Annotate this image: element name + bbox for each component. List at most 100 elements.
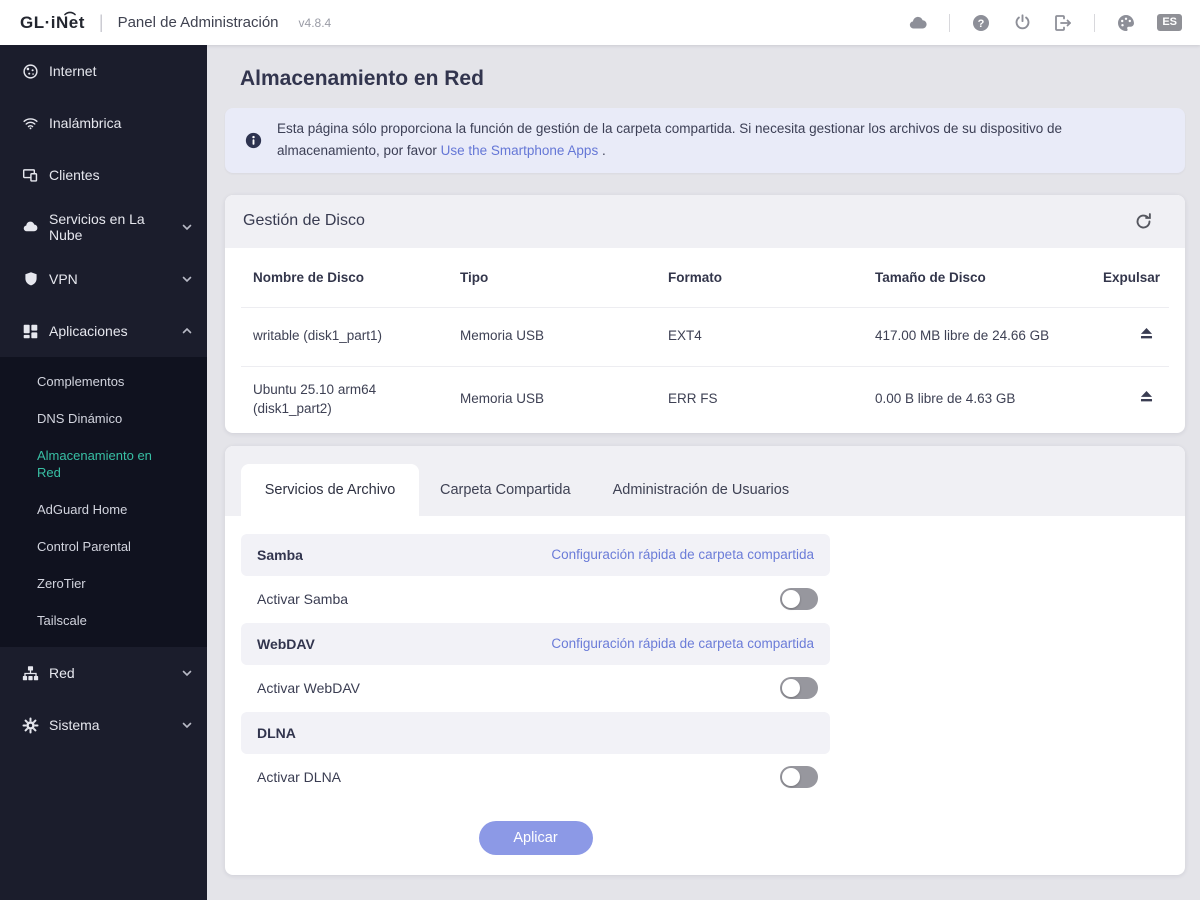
notice-text-before: Esta página sólo proporciona la función … [277, 121, 1062, 159]
activar-samba-label: Activar Samba [257, 591, 349, 608]
sidebar-item-label: Servicios en La Nube [49, 211, 145, 243]
panel-title: Panel de Administración [117, 14, 279, 31]
webdav-label: WebDAV [257, 635, 315, 652]
webdav-quick-setup-link[interactable]: Configuración rápida de carpeta comparti… [551, 636, 814, 651]
dlna-toggle[interactable] [780, 766, 818, 789]
disk-format: EXT4 [668, 328, 702, 344]
info-icon [245, 132, 262, 148]
submenu-item-tailscale[interactable]: Tailscale [0, 602, 207, 639]
samba-section-header: Samba Configuración rápida de carpeta co… [241, 533, 830, 576]
disk-name: writable (disk1_part1) [253, 328, 383, 344]
eject-icon[interactable] [1138, 388, 1155, 405]
disk-table: Nombre de Disco Tipo Formato Tamaño de D… [225, 248, 1185, 433]
disk-size: 417.00 MB libre de 24.66 GB [875, 328, 1050, 344]
submenu-item-almacenamiento-en-red[interactable]: Almacenamiento en Red [0, 437, 175, 491]
chevron-down-icon [181, 667, 193, 679]
sidebar-item-label: Internet [49, 63, 97, 79]
info-banner: Esta página sólo proporciona la función … [225, 108, 1185, 173]
sidebar-item-clientes[interactable]: Clientes [0, 149, 207, 201]
notice-text-after: . [598, 143, 606, 159]
disk-name: Ubuntu 25.10 arm64 (disk1_part2) [253, 382, 377, 416]
chevron-down-icon [181, 719, 193, 731]
sidebar-item-servicios-nube[interactable]: Servicios en La Nube [0, 201, 207, 253]
samba-toggle[interactable] [780, 588, 818, 611]
col-formato: Formato [668, 269, 722, 285]
submenu-item-adguard-home[interactable]: AdGuard Home [0, 491, 207, 528]
topbar-divider: | [98, 12, 104, 32]
sidebar: Internet Inalámbrica Clientes Servicios … [0, 45, 207, 900]
shield-icon [22, 271, 39, 288]
tab-servicios-de-archivo[interactable]: Servicios de Archivo [241, 463, 419, 516]
chevron-down-icon [181, 273, 193, 285]
refresh-icon[interactable] [1134, 212, 1153, 231]
disk-management-card: Gestión de Disco Nombre de Disco Tipo Fo… [225, 194, 1185, 433]
power-icon[interactable] [1012, 13, 1032, 33]
top-bar: GL·iNet | Panel de Administración v4.8.4… [0, 0, 1200, 45]
col-expulsar: Expulsar [1103, 269, 1161, 285]
cloud-icon [22, 219, 39, 236]
activar-dlna-label: Activar DLNA [257, 769, 342, 786]
info-banner-text: Esta página sólo proporciona la función … [277, 118, 1161, 163]
webdav-toggle[interactable] [780, 677, 818, 700]
col-tamano: Tamaño de Disco [875, 269, 986, 285]
aplicaciones-submenu: Complementos DNS Dinámico Almacenamiento… [0, 357, 207, 647]
submenu-item-complementos[interactable]: Complementos [0, 363, 207, 400]
webdav-section-header: WebDAV Configuración rápida de carpeta c… [241, 622, 830, 665]
tab-administracion-de-usuarios[interactable]: Administración de Usuarios [592, 464, 811, 516]
devices-icon [22, 167, 39, 184]
disk-type: Memoria USB [460, 391, 545, 407]
sidebar-item-label: Inalámbrica [49, 115, 122, 131]
chevron-down-icon [181, 221, 193, 233]
logout-icon[interactable] [1053, 13, 1073, 33]
sidebar-item-aplicaciones[interactable]: Aplicaciones [0, 305, 207, 357]
help-icon[interactable]: ? [971, 13, 991, 33]
chevron-up-icon [181, 325, 193, 337]
smartphone-apps-link[interactable]: Use the Smartphone Apps [441, 143, 599, 158]
samba-quick-setup-link[interactable]: Configuración rápida de carpeta comparti… [551, 547, 814, 562]
sidebar-item-internet[interactable]: Internet [0, 45, 207, 97]
sidebar-item-vpn[interactable]: VPN [0, 253, 207, 305]
file-services-panel: Samba Configuración rápida de carpeta co… [225, 516, 846, 875]
submenu-item-control-parental[interactable]: Control Parental [0, 528, 207, 565]
webdav-toggle-row: Activar WebDAV [241, 666, 830, 711]
disk-table-header: Nombre de Disco Tipo Formato Tamaño de D… [241, 248, 1169, 308]
col-nombre: Nombre de Disco [253, 269, 365, 285]
disk-format: ERR FS [668, 391, 718, 407]
logo-wifi-icon [64, 11, 76, 15]
apply-button-row: Aplicar [241, 820, 830, 855]
dlna-section-header: DLNA [241, 711, 830, 754]
globe-icon [22, 63, 39, 80]
sidebar-item-red[interactable]: Red [0, 647, 207, 699]
theme-palette-icon[interactable] [1116, 13, 1136, 33]
dlna-label: DLNA [257, 724, 296, 741]
apply-button[interactable]: Aplicar [478, 820, 593, 855]
col-tipo: Tipo [460, 269, 489, 285]
samba-toggle-row: Activar Samba [241, 577, 830, 622]
topbar-separator [1094, 13, 1096, 32]
wifi-icon [22, 115, 39, 132]
dlna-toggle-row: Activar DLNA [241, 755, 830, 800]
services-card: Servicios de Archivo Carpeta Compartida … [225, 445, 1185, 875]
sidebar-item-sistema[interactable]: Sistema [0, 699, 207, 751]
sidebar-item-label: Sistema [49, 717, 100, 733]
submenu-item-dns-dinamico[interactable]: DNS Dinámico [0, 400, 207, 437]
network-topology-icon [22, 665, 39, 682]
sidebar-item-inalambrica[interactable]: Inalámbrica [0, 97, 207, 149]
activar-webdav-label: Activar WebDAV [257, 680, 360, 697]
gear-icon [22, 717, 39, 734]
samba-label: Samba [257, 546, 303, 563]
svg-text:?: ? [978, 18, 985, 30]
cloud-status-icon[interactable] [908, 13, 928, 33]
submenu-item-zerotier[interactable]: ZeroTier [0, 565, 207, 602]
language-badge[interactable]: ES [1157, 14, 1182, 31]
main-content: Almacenamiento en Red Esta página sólo p… [207, 45, 1200, 900]
disk-type: Memoria USB [460, 328, 545, 344]
sidebar-item-label: Red [49, 665, 75, 681]
glinet-logo[interactable]: GL·iNet [20, 11, 85, 33]
sidebar-item-label: Clientes [49, 167, 100, 183]
panel-version: v4.8.4 [298, 15, 332, 30]
page-title: Almacenamiento en Red [240, 67, 484, 90]
eject-icon[interactable] [1138, 325, 1155, 342]
tab-carpeta-compartida[interactable]: Carpeta Compartida [419, 464, 592, 516]
disk-row-1: writable (disk1_part1) Memoria USB EXT4 … [241, 308, 1169, 367]
